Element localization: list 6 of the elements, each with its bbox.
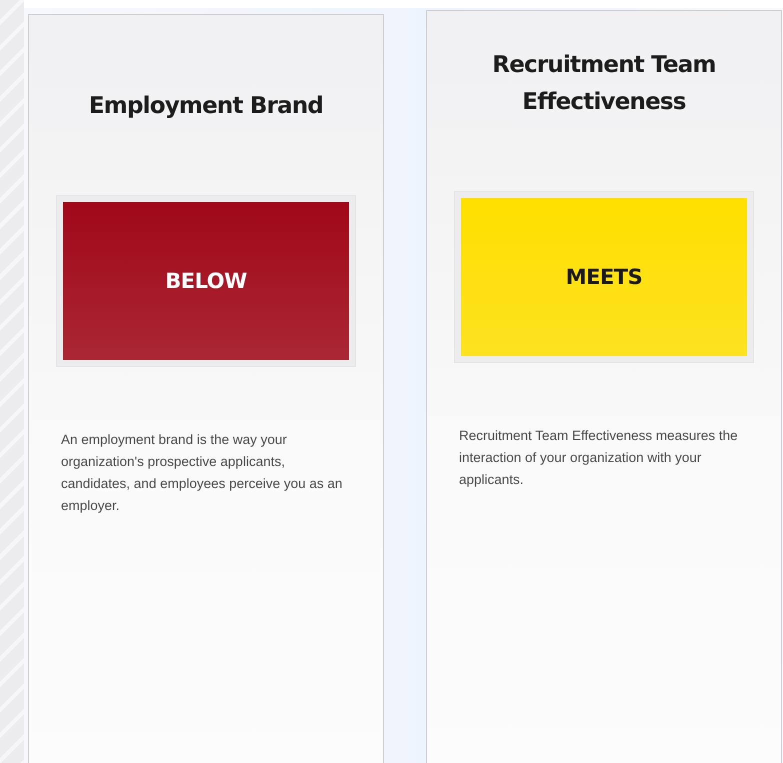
card-title: Recruitment Team Effectiveness: [491, 51, 717, 117]
card-title: Employment Brand: [88, 92, 324, 121]
status-badge: MEETS: [461, 198, 747, 356]
card-description: An employment brand is the way your organization's prospective applicants, candidates, and employees perceive you as an employer.: [61, 431, 344, 515]
status-badge: BELOW: [63, 202, 349, 360]
card-description: Recruitment Team Effectiveness measures the interaction of your organization with your applicants.: [459, 427, 739, 489]
